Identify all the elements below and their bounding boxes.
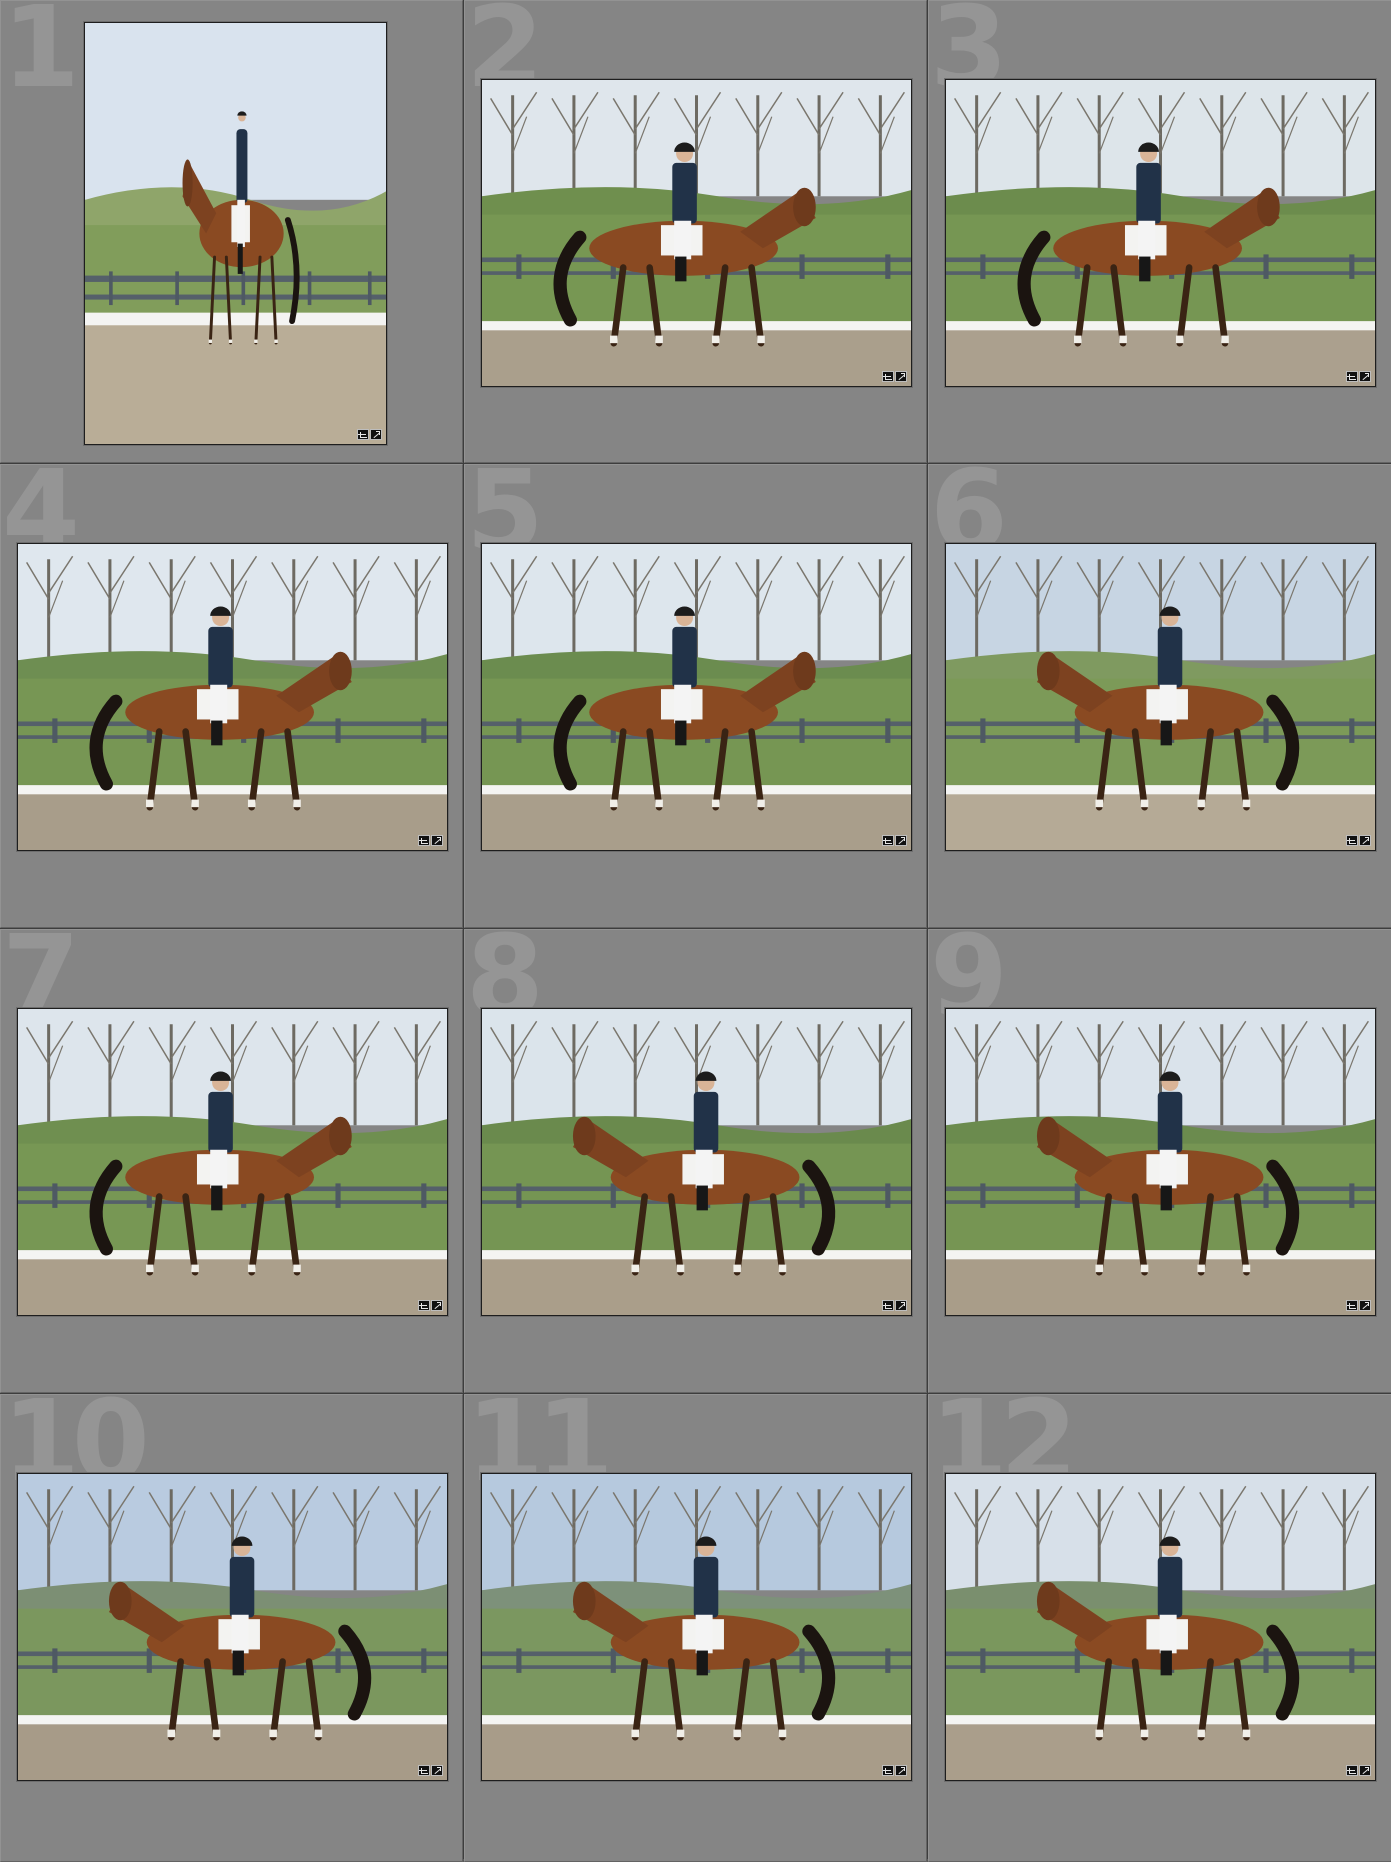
develop-icon[interactable]: [431, 1300, 443, 1311]
photo-thumbnail[interactable]: [481, 543, 912, 851]
develop-icon[interactable]: [1359, 1300, 1371, 1311]
photo-thumbnail[interactable]: [945, 79, 1376, 387]
crop-icon[interactable]: [882, 1300, 894, 1311]
thumbnail-badges: [1346, 835, 1371, 846]
grid-cell[interactable]: 1: [0, 0, 463, 463]
thumbnail-badges: [1346, 1765, 1371, 1776]
develop-icon[interactable]: [1359, 371, 1371, 382]
photo-thumbnail[interactable]: [17, 1008, 448, 1316]
crop-icon[interactable]: [1346, 1765, 1358, 1776]
crop-icon[interactable]: [418, 1300, 430, 1311]
grid-cell[interactable]: 4: [0, 464, 463, 928]
crop-icon[interactable]: [882, 835, 894, 846]
develop-icon[interactable]: [895, 1300, 907, 1311]
grid-cell[interactable]: 10: [0, 1394, 463, 1862]
crop-icon[interactable]: [1346, 371, 1358, 382]
develop-icon[interactable]: [895, 371, 907, 382]
develop-icon[interactable]: [1359, 1765, 1371, 1776]
crop-icon[interactable]: [357, 429, 369, 440]
photo-thumbnail[interactable]: [84, 22, 387, 445]
grid-cell[interactable]: 12: [928, 1394, 1391, 1862]
grid-cell[interactable]: 9: [928, 929, 1391, 1393]
crop-icon[interactable]: [882, 371, 894, 382]
thumbnail-badges: [357, 429, 382, 440]
develop-icon[interactable]: [431, 835, 443, 846]
thumbnail-badges: [882, 835, 907, 846]
crop-icon[interactable]: [1346, 1300, 1358, 1311]
photo-thumbnail[interactable]: [481, 79, 912, 387]
filmstrip-grid: 1 2 3 4 5 6 7 8 9 10 11 12: [0, 0, 1391, 1862]
photo-thumbnail[interactable]: [481, 1008, 912, 1316]
thumbnail-badges: [882, 1765, 907, 1776]
thumbnail-badges: [1346, 1300, 1371, 1311]
crop-icon[interactable]: [882, 1765, 894, 1776]
photo-thumbnail[interactable]: [17, 1473, 448, 1781]
grid-cell[interactable]: 6: [928, 464, 1391, 928]
develop-icon[interactable]: [895, 835, 907, 846]
develop-icon[interactable]: [370, 429, 382, 440]
photo-thumbnail[interactable]: [945, 1008, 1376, 1316]
grid-cell[interactable]: 7: [0, 929, 463, 1393]
grid-cell[interactable]: 11: [464, 1394, 927, 1862]
photo-thumbnail[interactable]: [945, 1473, 1376, 1781]
cell-index-number: 1: [2, 0, 80, 113]
crop-icon[interactable]: [1346, 835, 1358, 846]
crop-icon[interactable]: [418, 1765, 430, 1776]
photo-thumbnail[interactable]: [481, 1473, 912, 1781]
photo-thumbnail[interactable]: [17, 543, 448, 851]
grid-cell[interactable]: 5: [464, 464, 927, 928]
grid-cell[interactable]: 8: [464, 929, 927, 1393]
thumbnail-badges: [882, 1300, 907, 1311]
photo-thumbnail[interactable]: [945, 543, 1376, 851]
thumbnail-badges: [882, 371, 907, 382]
thumbnail-badges: [418, 1765, 443, 1776]
develop-icon[interactable]: [431, 1765, 443, 1776]
thumbnail-badges: [1346, 371, 1371, 382]
grid-cell[interactable]: 3: [928, 0, 1391, 463]
develop-icon[interactable]: [1359, 835, 1371, 846]
thumbnail-badges: [418, 835, 443, 846]
thumbnail-badges: [418, 1300, 443, 1311]
develop-icon[interactable]: [895, 1765, 907, 1776]
grid-cell[interactable]: 2: [464, 0, 927, 463]
crop-icon[interactable]: [418, 835, 430, 846]
